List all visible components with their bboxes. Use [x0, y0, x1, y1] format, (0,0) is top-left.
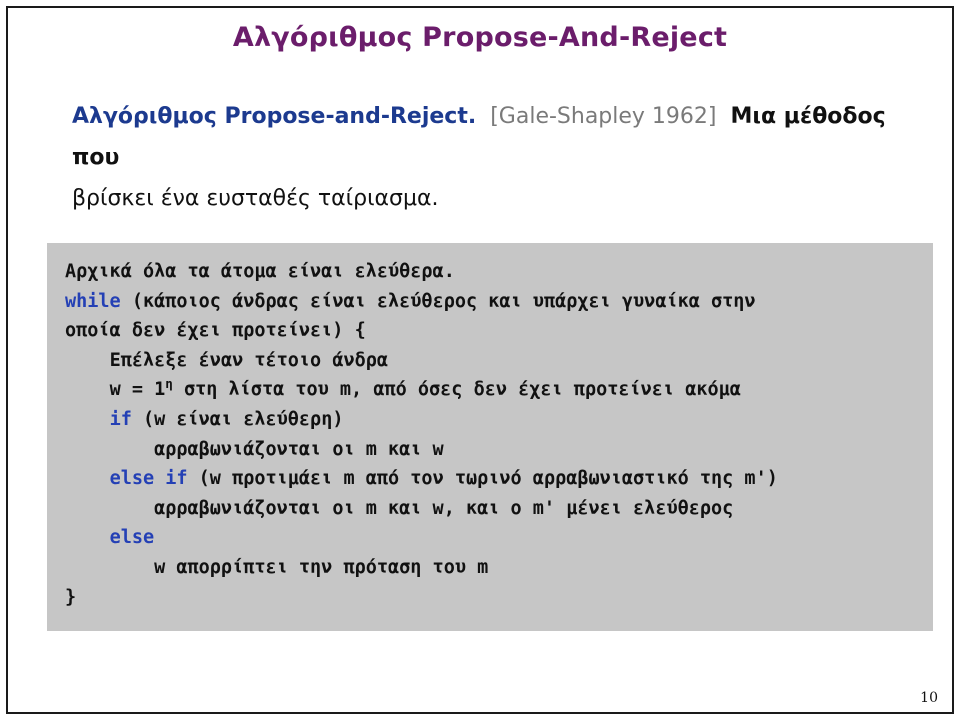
- code-text: (w προτιμάει m από τον τωρινό αρραβωνιασ…: [187, 468, 778, 490]
- lead-line-1: Αλγόριθμος Propose-and-Reject. [Gale-Sha…: [72, 96, 902, 178]
- code-text: }: [65, 586, 77, 608]
- slide-canvas: Αλγόριθμος Propose-And-Reject Αλγόριθμος…: [0, 0, 960, 720]
- algorithm-name: Αλγόριθμος Propose-and-Reject.: [72, 104, 477, 129]
- code-text: (κάποιος άνδρας είναι ελεύθερος και υπάρ…: [120, 290, 756, 312]
- pseudocode-block: Αρχικά όλα τα άτομα είναι ελεύθερα. while…: [47, 243, 933, 631]
- code-superscript: η: [165, 376, 173, 392]
- code-line: Επέλεξε έναν τέτοιο άνδρα: [65, 346, 933, 376]
- code-text: στη λίστα του m, από όσες δεν έχει προτε…: [172, 379, 741, 401]
- code-line: else: [65, 523, 933, 553]
- code-text: w = 1: [109, 379, 166, 401]
- lead-description-part2: βρίσκει ένα ευσταθές ταίριασμα.: [72, 186, 439, 211]
- code-line: if (w είναι ελεύθερη): [65, 405, 933, 435]
- code-keyword: while: [65, 290, 121, 312]
- code-line: w = 1η στη λίστα του m, από όσες δεν έχε…: [65, 375, 933, 405]
- code-text: w απορρίπτει την πρόταση του m: [154, 556, 489, 578]
- code-text: (w είναι ελεύθερη): [131, 408, 344, 430]
- page-title: Αλγόριθμος Propose-And-Reject: [232, 22, 728, 53]
- code-text: Αρχικά όλα τα άτομα είναι ελεύθερα.: [65, 261, 455, 282]
- code-line: Αρχικά όλα τα άτομα είναι ελεύθερα.: [65, 257, 933, 287]
- citation-reference: [Gale-Shapley 1962]: [490, 104, 717, 129]
- page-number: 10: [920, 690, 938, 706]
- code-line: w απορρίπτει την πρόταση του m: [65, 553, 933, 583]
- pseudocode-lines: Αρχικά όλα τα άτομα είναι ελεύθερα. while…: [47, 257, 933, 612]
- code-line: }: [65, 583, 933, 613]
- code-keyword: else if: [109, 468, 188, 490]
- code-line: while (κάποιος άνδρας είναι ελεύθερος κα…: [65, 287, 933, 317]
- code-text: αρραβωνιάζονται οι m και w: [154, 438, 444, 460]
- code-line: else if (w προτιμάει m από τον τωρινό αρ…: [65, 464, 933, 494]
- code-line: αρραβωνιάζονται οι m και w: [65, 435, 933, 465]
- code-line: οποία δεν έχει προτείνει) {: [65, 316, 933, 346]
- code-text: Επέλεξε έναν τέτοιο άνδρα: [109, 349, 389, 371]
- code-keyword: if: [109, 408, 132, 430]
- code-keyword: else: [109, 527, 155, 549]
- code-line: αρραβωνιάζονται οι m και w, και ο m' μέν…: [65, 494, 933, 524]
- lead-paragraph: Αλγόριθμος Propose-and-Reject. [Gale-Sha…: [72, 96, 902, 219]
- code-text: αρραβωνιάζονται οι m και w, και ο m' μέν…: [154, 497, 734, 519]
- code-text: οποία δεν έχει προτείνει) {: [65, 320, 366, 342]
